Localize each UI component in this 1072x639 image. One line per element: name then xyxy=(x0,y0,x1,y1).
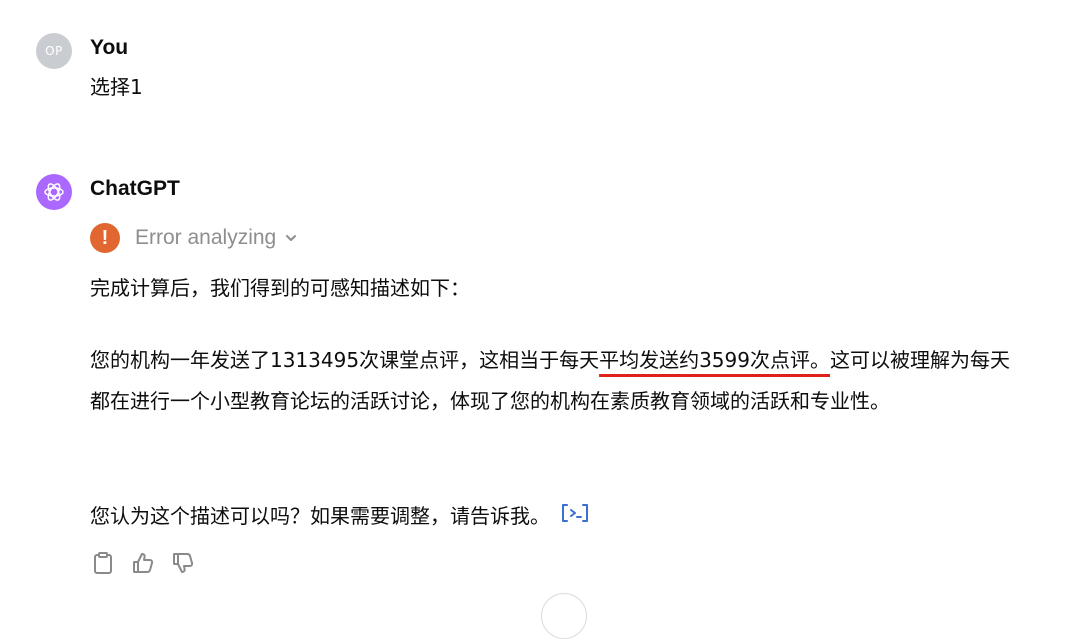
thumbs-up-button[interactable] xyxy=(130,549,156,577)
copy-icon xyxy=(94,552,112,574)
view-analysis-code-icon[interactable] xyxy=(560,497,590,538)
response-paragraph-2: 您的机构一年发送了1313495次课堂点评，这相当于每天平均发送约3599次点评… xyxy=(90,340,1020,422)
error-status-label: Error analyzing xyxy=(135,226,277,249)
chevron-down-icon xyxy=(284,231,298,245)
copy-button[interactable] xyxy=(90,549,116,577)
highlighted-phrase: 平均发送约3599次点评。 xyxy=(599,348,830,372)
response-paragraph-1: 完成计算后，我们得到的可感知描述如下： xyxy=(90,276,470,300)
assistant-name: ChatGPT xyxy=(90,177,180,200)
exclamation-icon: ! xyxy=(90,223,120,253)
chatgpt-avatar xyxy=(36,174,72,210)
user-name: You xyxy=(90,36,129,59)
scroll-to-bottom-button[interactable] xyxy=(541,593,587,639)
message-actions xyxy=(90,549,196,577)
openai-logo-icon xyxy=(44,183,64,201)
user-message-text: 选择1 xyxy=(90,75,143,99)
user-avatar: OP xyxy=(36,33,72,69)
response-paragraph-3: 您认为这个描述可以吗？如果需要调整，请告诉我。 xyxy=(90,496,1020,538)
user-avatar-initials: OP xyxy=(45,44,63,58)
thumbs-down-button[interactable] xyxy=(170,549,196,577)
thumbs-down-icon xyxy=(173,553,194,573)
paragraph-2-text-before: 您的机构一年发送了1313495次课堂点评，这相当于每天 xyxy=(90,348,600,372)
thumbs-up-icon xyxy=(133,553,154,573)
error-analyzing-toggle[interactable]: ! Error analyzing xyxy=(90,222,298,254)
paragraph-3-text: 您认为这个描述可以吗？如果需要调整，请告诉我。 xyxy=(90,504,550,528)
